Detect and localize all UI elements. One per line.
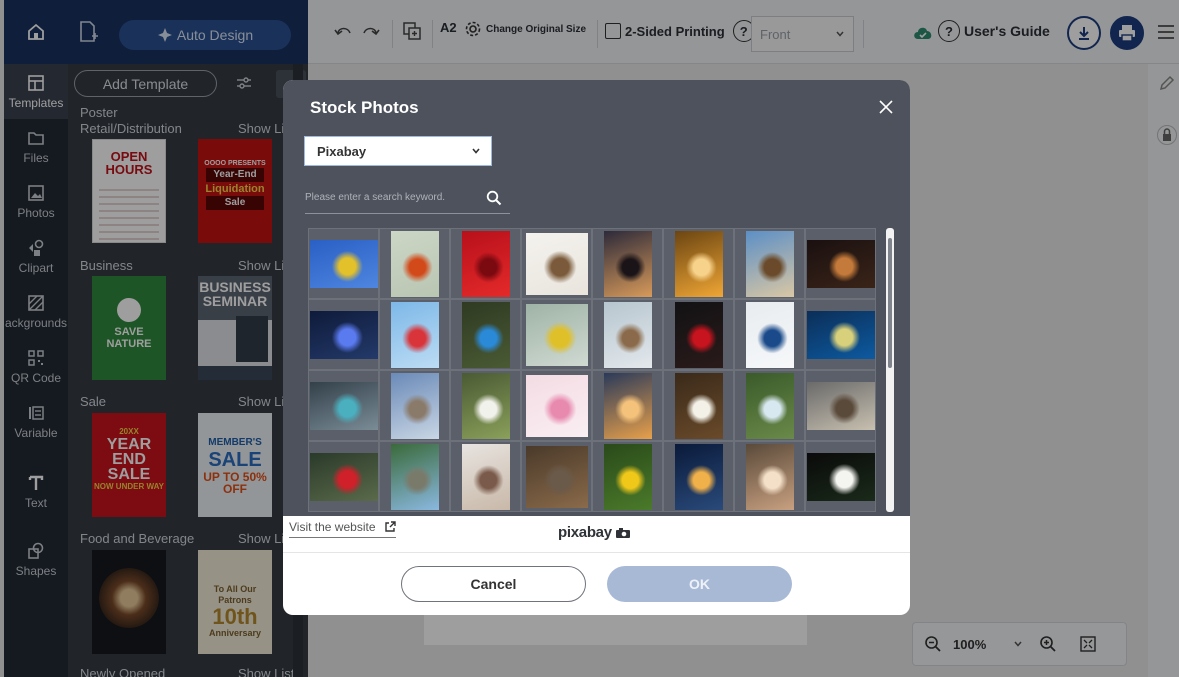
stock-photo-thumb[interactable]: [379, 299, 450, 370]
photo-image: [806, 381, 875, 430]
external-link-icon: [384, 521, 396, 532]
scrollbar-thumb[interactable]: [888, 238, 892, 368]
stock-photo-thumb[interactable]: [308, 228, 379, 299]
photo-image: [745, 230, 794, 297]
stock-photo-thumb[interactable]: [592, 370, 663, 441]
photo-image: [674, 301, 723, 368]
stock-photo-thumb[interactable]: [734, 441, 805, 512]
photo-grid-scrollbar[interactable]: [886, 228, 894, 512]
photo-image: [806, 452, 875, 501]
photo-image: [390, 301, 439, 368]
photo-image: [674, 443, 723, 510]
dialog-title: Stock Photos: [310, 98, 419, 117]
pixabay-logo-text: pixabay: [558, 524, 612, 541]
stock-photo-thumb[interactable]: [663, 299, 734, 370]
search-icon[interactable]: [486, 190, 502, 206]
pixabay-logo: pixabay: [558, 524, 631, 541]
photo-image: [309, 452, 378, 501]
photo-image: [309, 239, 378, 288]
photo-image: [603, 372, 652, 439]
photo-source-value: Pixabay: [317, 143, 367, 159]
stock-photo-thumb[interactable]: [450, 370, 521, 441]
photo-image: [461, 301, 510, 368]
photo-image: [390, 443, 439, 510]
stock-photo-thumb[interactable]: [450, 299, 521, 370]
stock-photo-thumb[interactable]: [592, 441, 663, 512]
photo-image: [603, 230, 652, 297]
stock-photo-thumb[interactable]: [521, 299, 592, 370]
photo-source-select[interactable]: Pixabay: [304, 136, 492, 166]
stock-photo-thumb[interactable]: [805, 370, 876, 441]
stock-photo-thumb[interactable]: [450, 228, 521, 299]
close-icon: [879, 100, 893, 114]
photo-image: [390, 372, 439, 439]
stock-photo-thumb[interactable]: [521, 441, 592, 512]
stock-photo-thumb[interactable]: [592, 228, 663, 299]
photo-image: [674, 230, 723, 297]
stock-photo-thumb[interactable]: [379, 228, 450, 299]
stock-photos-dialog: Stock Photos Pixabay Visit the website p…: [283, 80, 910, 615]
photo-grid: [308, 228, 876, 512]
stock-photo-thumb[interactable]: [663, 228, 734, 299]
search-box: [305, 182, 510, 214]
stock-photo-thumb[interactable]: [592, 299, 663, 370]
stock-photo-thumb[interactable]: [308, 299, 379, 370]
stock-photo-thumb[interactable]: [805, 228, 876, 299]
stock-photo-thumb[interactable]: [805, 441, 876, 512]
stock-photo-thumb[interactable]: [521, 370, 592, 441]
stock-photo-thumb[interactable]: [734, 228, 805, 299]
photo-image: [525, 445, 588, 508]
visit-website-label: Visit the website: [289, 520, 376, 534]
photo-image: [309, 381, 378, 430]
cancel-button[interactable]: Cancel: [401, 566, 586, 602]
photo-image: [745, 443, 794, 510]
photo-image: [674, 372, 723, 439]
camera-icon: [615, 527, 630, 538]
photo-image: [390, 230, 439, 297]
photo-image: [806, 310, 875, 359]
search-input[interactable]: [305, 192, 475, 203]
dialog-body: Stock Photos Pixabay: [283, 80, 910, 516]
stock-photo-thumb[interactable]: [734, 299, 805, 370]
photo-image: [461, 443, 510, 510]
photo-image: [603, 301, 652, 368]
photo-image: [745, 372, 794, 439]
stock-photo-thumb[interactable]: [450, 441, 521, 512]
stock-photo-thumb[interactable]: [379, 441, 450, 512]
stock-photo-thumb[interactable]: [805, 299, 876, 370]
stock-photo-thumb[interactable]: [521, 228, 592, 299]
photo-image: [461, 372, 510, 439]
stock-photo-thumb[interactable]: [379, 370, 450, 441]
stock-photo-thumb[interactable]: [663, 370, 734, 441]
divider: [283, 552, 910, 553]
ok-button[interactable]: OK: [607, 566, 792, 602]
photo-image: [461, 230, 510, 297]
photo-image: [745, 301, 794, 368]
stock-photo-thumb[interactable]: [308, 370, 379, 441]
photo-image: [525, 303, 588, 366]
photo-image: [525, 374, 588, 437]
chevron-down-icon: [472, 148, 480, 154]
photo-image: [525, 232, 588, 295]
close-button[interactable]: [877, 98, 895, 116]
visit-website-link[interactable]: Visit the website: [289, 520, 396, 538]
photo-image: [806, 239, 875, 288]
stock-photo-thumb[interactable]: [663, 441, 734, 512]
photo-image: [603, 443, 652, 510]
stock-photo-thumb[interactable]: [308, 441, 379, 512]
stock-photo-thumb[interactable]: [734, 370, 805, 441]
photo-image: [309, 310, 378, 359]
